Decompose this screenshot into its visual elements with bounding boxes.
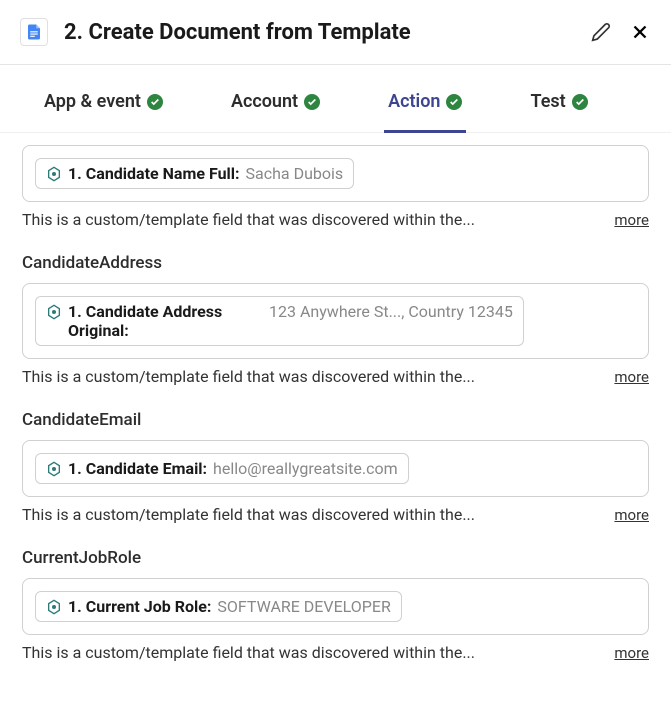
- pill-value: 123 Anywhere St..., Country 12345: [269, 302, 513, 321]
- description-text: This is a custom/template field that was…: [22, 210, 475, 229]
- value-pill[interactable]: 1. Candidate Name Full: Sacha Dubois: [35, 158, 354, 189]
- source-app-icon: [46, 599, 62, 615]
- pill-value: Sacha Dubois: [246, 164, 344, 183]
- description-text: This is a custom/template field that was…: [22, 367, 475, 386]
- field-input-current-job-role[interactable]: 1. Current Job Role: SOFTWARE DEVELOPER: [22, 578, 649, 635]
- check-icon: [572, 94, 588, 110]
- field-label-candidate-email: CandidateEmail: [22, 410, 649, 430]
- pill-label: 1. Candidate Email:: [68, 459, 207, 478]
- tab-action[interactable]: Action: [384, 65, 466, 132]
- field-input-candidate-name[interactable]: 1. Candidate Name Full: Sacha Dubois: [22, 145, 649, 202]
- field-description: This is a custom/template field that was…: [22, 210, 649, 229]
- source-app-icon: [46, 461, 62, 477]
- field-label-current-job-role: CurrentJobRole: [22, 548, 649, 568]
- value-pill[interactable]: 1. Candidate Email: hello@reallygreatsit…: [35, 453, 409, 484]
- tabs: App & event Account Action Test: [0, 65, 671, 133]
- tab-test[interactable]: Test: [526, 65, 591, 132]
- header: 2. Create Document from Template: [0, 0, 671, 65]
- header-actions: [591, 21, 651, 43]
- field-description: This is a custom/template field that was…: [22, 643, 649, 662]
- source-app-icon: [46, 166, 62, 182]
- value-pill[interactable]: 1. Current Job Role: SOFTWARE DEVELOPER: [35, 591, 402, 622]
- pill-label: 1. Candidate Name Full:: [68, 164, 240, 183]
- tab-app-event[interactable]: App & event: [40, 65, 167, 132]
- pill-value: hello@reallygreatsite.com: [213, 459, 398, 478]
- description-text: This is a custom/template field that was…: [22, 505, 475, 524]
- edit-icon[interactable]: [591, 22, 611, 42]
- pill-value: SOFTWARE DEVELOPER: [217, 597, 390, 616]
- field-description: This is a custom/template field that was…: [22, 367, 649, 386]
- pill-label: 1. Current Job Role:: [68, 597, 211, 616]
- source-app-icon: [46, 304, 62, 320]
- check-icon: [147, 94, 163, 110]
- google-docs-icon: [20, 18, 48, 46]
- field-description: This is a custom/template field that was…: [22, 505, 649, 524]
- field-input-candidate-email[interactable]: 1. Candidate Email: hello@reallygreatsit…: [22, 440, 649, 497]
- check-icon: [304, 94, 320, 110]
- pill-label: 1. Candidate Address Original:: [68, 302, 263, 340]
- value-pill[interactable]: 1. Candidate Address Original: 123 Anywh…: [35, 296, 524, 346]
- close-icon[interactable]: [629, 21, 651, 43]
- tab-label: App & event: [44, 91, 141, 112]
- more-link[interactable]: more: [614, 211, 649, 229]
- more-link[interactable]: more: [614, 506, 649, 524]
- tab-label: Account: [231, 91, 298, 112]
- description-text: This is a custom/template field that was…: [22, 643, 475, 662]
- content-area: 1. Candidate Name Full: Sacha Dubois Thi…: [0, 133, 671, 686]
- more-link[interactable]: more: [614, 644, 649, 662]
- tab-account[interactable]: Account: [227, 65, 324, 132]
- tab-label: Action: [388, 91, 440, 112]
- field-input-candidate-address[interactable]: 1. Candidate Address Original: 123 Anywh…: [22, 283, 649, 359]
- tab-label: Test: [530, 91, 565, 112]
- field-label-candidate-address: CandidateAddress: [22, 253, 649, 273]
- page-title: 2. Create Document from Template: [64, 20, 591, 45]
- more-link[interactable]: more: [614, 368, 649, 386]
- check-icon: [446, 94, 462, 110]
